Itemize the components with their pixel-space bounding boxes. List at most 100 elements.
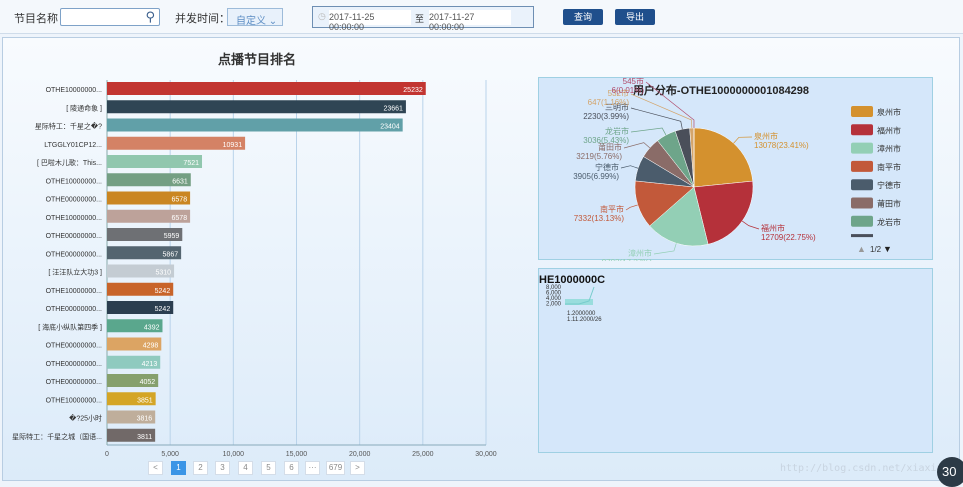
program-name-input[interactable]: ⚲	[60, 8, 160, 26]
category-label: OTHE00000000...	[46, 251, 102, 258]
slice-value: 13078(23.41%)	[754, 141, 809, 150]
filter-bar: 节目名称 ⚲ 并发时间： 自定义 ⌄ ◷ 2017-11-25 00:00:00…	[0, 0, 963, 34]
start-date-input[interactable]: 2017-11-25 00:00:00	[329, 10, 411, 25]
bar-value-label: 23661	[383, 105, 403, 112]
user-distribution-pie: 用户分布-OTHE1000000001084298 泉州市13078(23.41…	[539, 78, 934, 261]
date-range: ◷ 2017-11-25 00:00:00 至 2017-11-27 00:00…	[312, 6, 534, 28]
category-label: OTHE10000000...	[46, 288, 102, 295]
legend-label: 泉州市	[877, 107, 901, 117]
x-tick-label: 30,000	[475, 451, 497, 458]
legend-label: 福州市	[877, 125, 901, 135]
legend-swatch	[851, 143, 873, 154]
x-tick-label: 20,000	[349, 451, 371, 458]
slice-name: 宁德市	[595, 162, 619, 172]
legend-prev-icon: ▲	[857, 244, 866, 254]
export-button[interactable]: 导出	[615, 9, 655, 25]
bar	[107, 82, 426, 95]
legend-swatch	[851, 161, 873, 172]
bar-value-label: 5959	[164, 233, 180, 240]
legend-label: 龙岩市	[877, 217, 901, 227]
chevron-down-icon: ⌄	[269, 16, 277, 27]
trend-line-chart: HE1000000C 8,0006,0004,0002,0001.2000000…	[539, 269, 934, 454]
category-label: [ 汪汪队立大功3 ]	[48, 268, 102, 277]
slice-name: 545市	[623, 78, 644, 86]
category-label: OTHE00000000...	[46, 361, 102, 368]
label-line	[631, 108, 682, 129]
label-line	[626, 205, 638, 210]
search-icon[interactable]: ⚲	[145, 9, 155, 25]
legend-label: 莆田市	[877, 199, 901, 209]
x-tick-label: 15,000	[286, 451, 308, 458]
bar	[107, 119, 403, 132]
category-label: [ 海底小纵队第四季 ]	[38, 322, 102, 331]
bar	[107, 100, 406, 113]
page-button[interactable]: 4	[238, 461, 253, 475]
ranking-bar-chart: 点播节目排名 05,00010,00015,00020,00025,00030,…	[0, 40, 540, 460]
page-button[interactable]: 6	[284, 461, 299, 475]
range-separator: 至	[415, 12, 424, 25]
legend-swatch	[851, 216, 873, 227]
bar-value-label: 4213	[142, 361, 158, 368]
slice-value: 3905(6.99%)	[573, 172, 619, 181]
bar-value-label: 4392	[144, 324, 160, 331]
page-button[interactable]: 2	[193, 461, 208, 475]
time-mode-select[interactable]: 自定义 ⌄	[227, 8, 283, 26]
category-label: LTGGLY01CP12...	[44, 142, 102, 149]
slice-value: 7332(13.13%)	[574, 214, 625, 223]
legend-swatch	[851, 179, 873, 190]
bar-value-label: 5310	[156, 270, 172, 277]
slice-name: 南平市	[600, 204, 624, 214]
bar-value-label: 4298	[143, 343, 159, 350]
query-button[interactable]: 查询	[563, 9, 603, 25]
x-tick-label: 5,000	[161, 451, 179, 458]
trend-panel: HE1000000C 8,0006,0004,0002,0001.2000000…	[538, 268, 933, 453]
concurrency-label: 并发时间：	[175, 10, 230, 26]
watermark: http://blog.csdn.net/xiaxian	[780, 463, 949, 474]
bar-value-label: 6631	[172, 178, 188, 185]
bar-chart-title: 点播节目排名	[218, 52, 296, 67]
label-line	[621, 166, 638, 169]
slice-value: 2230(3.99%)	[583, 112, 629, 121]
end-date-input[interactable]: 2017-11-27 00:00:00	[429, 10, 511, 25]
page-button[interactable]: 679	[326, 461, 345, 475]
category-label: OTHE00000000...	[46, 233, 102, 240]
category-label: 星际特工：千星之城（国语...	[12, 432, 102, 441]
slice-value: 3219(5.76%)	[576, 152, 622, 161]
category-label: OTHE10000000...	[46, 87, 102, 94]
legend-swatch	[851, 106, 873, 117]
clock-icon: ◷	[318, 11, 326, 22]
floating-badge[interactable]: 30	[937, 457, 963, 487]
label-line	[631, 128, 666, 135]
legend-label: 南平市	[877, 162, 901, 172]
category-label: OTHE10000000...	[46, 215, 102, 222]
bar-value-label: 4052	[140, 379, 156, 386]
bar-value-label: 25232	[403, 87, 423, 94]
x-tick-label: 10,000	[223, 451, 245, 458]
slice-value: 12709(22.75%)	[761, 233, 816, 242]
category-label: OTHE00000000...	[46, 343, 102, 350]
legend-swatch	[851, 234, 873, 237]
slice-name: 漳州市	[628, 248, 652, 258]
legend-label: 宁德市	[877, 180, 901, 190]
slice-name: 龙岩市	[605, 126, 629, 136]
category-label: OTHE10000000...	[46, 397, 102, 404]
slice-value: 3036(5.43%)	[583, 136, 629, 145]
bar-value-label: 10931	[223, 142, 243, 149]
time-mode-value: 自定义	[236, 16, 266, 27]
prev-page-button[interactable]: <	[148, 461, 163, 475]
page-button[interactable]: 5	[261, 461, 276, 475]
category-label: [ 巴啦木儿歌：This...	[37, 158, 102, 167]
page-button[interactable]: 3	[215, 461, 230, 475]
y-tick-label: 2,000	[546, 302, 562, 308]
label-line	[654, 243, 676, 254]
page-button[interactable]: 1	[171, 461, 186, 475]
bar-value-label: 3811	[137, 434, 152, 441]
category-label: [ 陵通命象 ]	[66, 103, 102, 112]
page-button[interactable]: ···	[305, 461, 320, 475]
next-page-button[interactable]: >	[350, 461, 365, 475]
legend-swatch	[851, 124, 873, 135]
slice-name: 泉州市	[754, 131, 778, 141]
slice-value: 647(1.16%)	[588, 98, 630, 107]
bar-value-label: 5242	[155, 306, 171, 313]
label-line	[742, 221, 759, 229]
